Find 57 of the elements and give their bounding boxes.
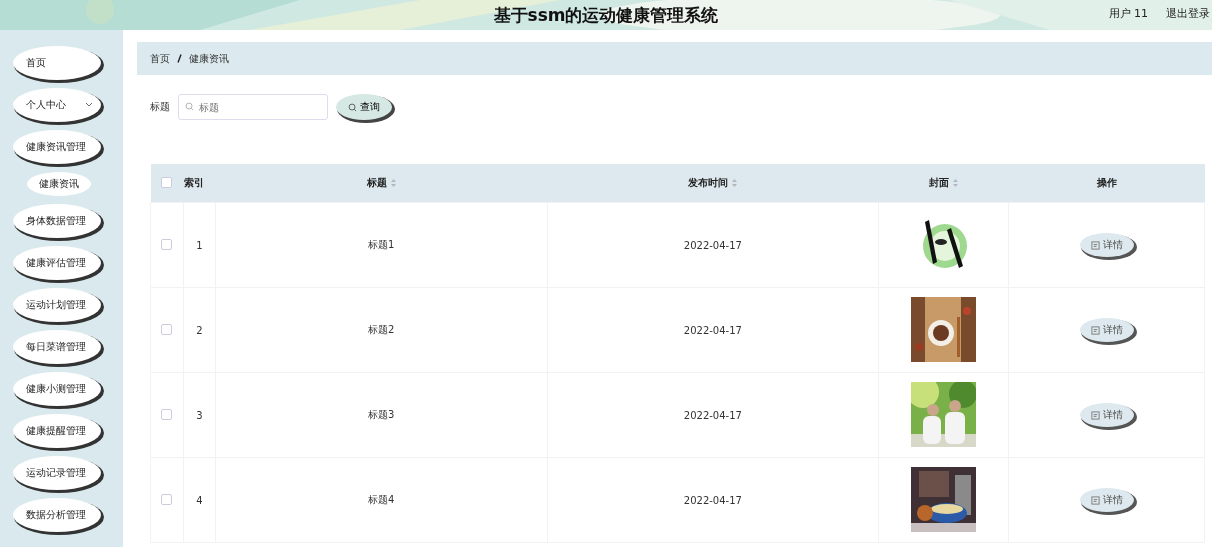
user-name: 用户 11 — [1108, 6, 1148, 21]
menu-item[interactable]: 健康评估管理 — [13, 246, 101, 280]
search-icon — [185, 102, 194, 111]
field-label: 标题 — [150, 100, 170, 114]
menu-item[interactable]: 数据分析管理 — [13, 498, 101, 532]
document-icon — [1090, 240, 1100, 250]
document-icon — [1090, 410, 1100, 420]
document-icon — [1090, 325, 1100, 335]
column-header: 索引 — [184, 177, 205, 188]
select-all-checkbox[interactable] — [161, 176, 173, 188]
row-checkbox[interactable] — [161, 238, 173, 250]
document-icon — [1090, 495, 1100, 505]
menu-item[interactable]: 健康提醒管理 — [13, 414, 101, 448]
menu-item[interactable]: 运动记录管理 — [13, 456, 101, 490]
table-cell: 4 — [196, 494, 203, 506]
menu-item[interactable]: 身体数据管理 — [13, 204, 101, 238]
column-header[interactable]: 封面 — [929, 177, 950, 188]
column-header[interactable]: 发布时间 — [688, 177, 729, 188]
menu-item[interactable]: 健康资讯管理 — [13, 130, 101, 164]
details-button[interactable]: 详情 — [1079, 233, 1134, 257]
chevron-icon — [85, 102, 93, 108]
details-button[interactable]: 详情 — [1079, 403, 1134, 427]
table-cell: 2 — [196, 324, 203, 336]
sort-icon[interactable] — [390, 179, 396, 187]
details-button[interactable]: 详情 — [1079, 318, 1134, 342]
search-button[interactable]: 查询 — [336, 94, 392, 120]
details-button[interactable]: 详情 — [1079, 488, 1134, 512]
sort-icon[interactable] — [732, 179, 738, 187]
row-checkbox[interactable] — [161, 493, 173, 505]
menu-item[interactable]: 运动计划管理 — [13, 288, 101, 322]
breadcrumb-item[interactable]: 首页 — [150, 51, 170, 66]
logout-link[interactable]: 退出登录 — [1166, 6, 1210, 21]
table-cell: 2022-04-17 — [683, 324, 742, 336]
column-header[interactable]: 标题 — [366, 177, 387, 188]
table-cell: 2022-04-17 — [683, 494, 742, 506]
submenu-item[interactable]: 健康资讯 — [27, 172, 91, 196]
table-cell: 3 — [196, 409, 203, 421]
table-cell: 1 — [196, 239, 203, 251]
row-checkbox[interactable] — [161, 323, 173, 335]
table-cell: 标题3 — [368, 409, 395, 420]
menu-item[interactable]: 首页 — [13, 46, 101, 80]
table-cell: 标题2 — [368, 324, 395, 335]
menu-item[interactable]: 每日菜谱管理 — [13, 330, 101, 364]
breadcrumb-item: 健康资讯 — [189, 51, 229, 66]
table-cell: 2022-04-17 — [683, 239, 742, 251]
menu-item[interactable]: 个人中心 — [13, 88, 101, 122]
column-header: 操作 — [1096, 177, 1117, 188]
table-cell: 标题4 — [368, 494, 395, 505]
sort-icon[interactable] — [953, 179, 959, 187]
search-field[interactable]: 标题 — [178, 94, 328, 120]
table-cell: 2022-04-17 — [683, 409, 742, 421]
table-cell: 标题1 — [368, 239, 395, 250]
app-title: 基于ssm的运动健康管理系统 — [493, 3, 719, 27]
separator-icon — [177, 54, 182, 63]
menu-item[interactable]: 健康小测管理 — [13, 372, 101, 406]
row-checkbox[interactable] — [161, 408, 173, 420]
search-icon — [348, 102, 357, 112]
